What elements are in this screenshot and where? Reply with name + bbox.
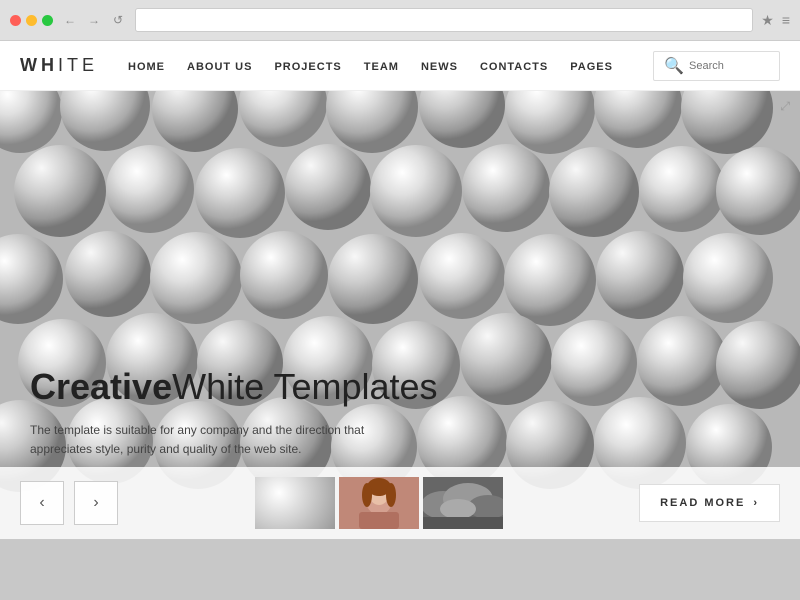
next-arrow-icon: › (93, 494, 98, 512)
logo-thin: ITE (58, 55, 98, 75)
site-menu: HOME ABOUT US PROJECTS TEAM NEWS CONTACT… (128, 57, 653, 75)
nav-link-team[interactable]: TEAM (364, 61, 399, 73)
forward-button[interactable]: → (85, 11, 103, 29)
hero-subtext: The template is suitable for any company… (30, 421, 370, 459)
site-navigation: WHITE HOME ABOUT US PROJECTS TEAM NEWS C… (0, 41, 800, 91)
dot-close[interactable] (10, 15, 21, 26)
dot-minimize[interactable] (26, 15, 37, 26)
hero-headline: CreativeWhite Templates (30, 365, 770, 408)
nav-item-home[interactable]: HOME (128, 57, 165, 75)
bookmark-icon[interactable]: ★ (761, 12, 774, 29)
nav-item-news[interactable]: NEWS (421, 57, 458, 75)
logo-bold: WH (20, 55, 58, 75)
nav-link-pages[interactable]: PAGES (570, 61, 613, 73)
nav-link-contacts[interactable]: CONTACTS (480, 61, 548, 73)
search-input[interactable] (689, 60, 769, 72)
nav-link-projects[interactable]: PROJECTS (274, 61, 341, 73)
nav-item-pages[interactable]: PAGES (570, 57, 613, 75)
dot-maximize[interactable] (42, 15, 53, 26)
nav-item-projects[interactable]: PROJECTS (274, 57, 341, 75)
next-slide-button[interactable]: › (74, 481, 118, 525)
website-content: WHITE HOME ABOUT US PROJECTS TEAM NEWS C… (0, 41, 800, 539)
nav-link-news[interactable]: NEWS (421, 61, 458, 73)
headline-thin: White Templates (172, 366, 437, 407)
browser-window: ← → ↺ ★ ≡ (0, 0, 800, 41)
read-more-arrow-icon: › (753, 497, 759, 509)
browser-dots (10, 15, 53, 26)
prev-slide-button[interactable]: ‹ (20, 481, 64, 525)
nav-item-about[interactable]: ABOUT US (187, 57, 252, 75)
read-more-label: READ MORE (660, 497, 745, 509)
menu-icon[interactable]: ≡ (782, 12, 790, 28)
browser-nav: ← → ↺ (61, 11, 127, 29)
back-button[interactable]: ← (61, 11, 79, 29)
thumbnail-2[interactable] (339, 477, 419, 529)
refresh-button[interactable]: ↺ (109, 11, 127, 29)
nav-link-about[interactable]: ABOUT US (187, 61, 252, 73)
hero-overlay: CreativeWhite Templates The template is … (30, 365, 770, 459)
search-bar[interactable]: 🔍 (653, 51, 780, 81)
read-more-button[interactable]: READ MORE › (639, 484, 780, 522)
browser-icons: ★ ≡ (761, 12, 790, 29)
nav-item-team[interactable]: TEAM (364, 57, 399, 75)
resize-icon: ⤢ (780, 99, 790, 114)
nav-link-home[interactable]: HOME (128, 61, 165, 73)
address-bar[interactable] (135, 8, 753, 32)
thumbnail-3[interactable] (423, 477, 503, 529)
headline-bold: Creative (30, 366, 172, 407)
thumbnail-1[interactable] (255, 477, 335, 529)
slide-thumbnails (128, 477, 629, 529)
nav-item-contacts[interactable]: CONTACTS (480, 57, 548, 75)
hero-section: CreativeWhite Templates The template is … (0, 91, 800, 539)
site-logo[interactable]: WHITE (20, 55, 98, 76)
search-icon: 🔍 (664, 56, 684, 76)
hero-bottom-bar: ‹ › (0, 467, 800, 539)
prev-arrow-icon: ‹ (39, 494, 44, 512)
browser-titlebar: ← → ↺ ★ ≡ (0, 0, 800, 41)
